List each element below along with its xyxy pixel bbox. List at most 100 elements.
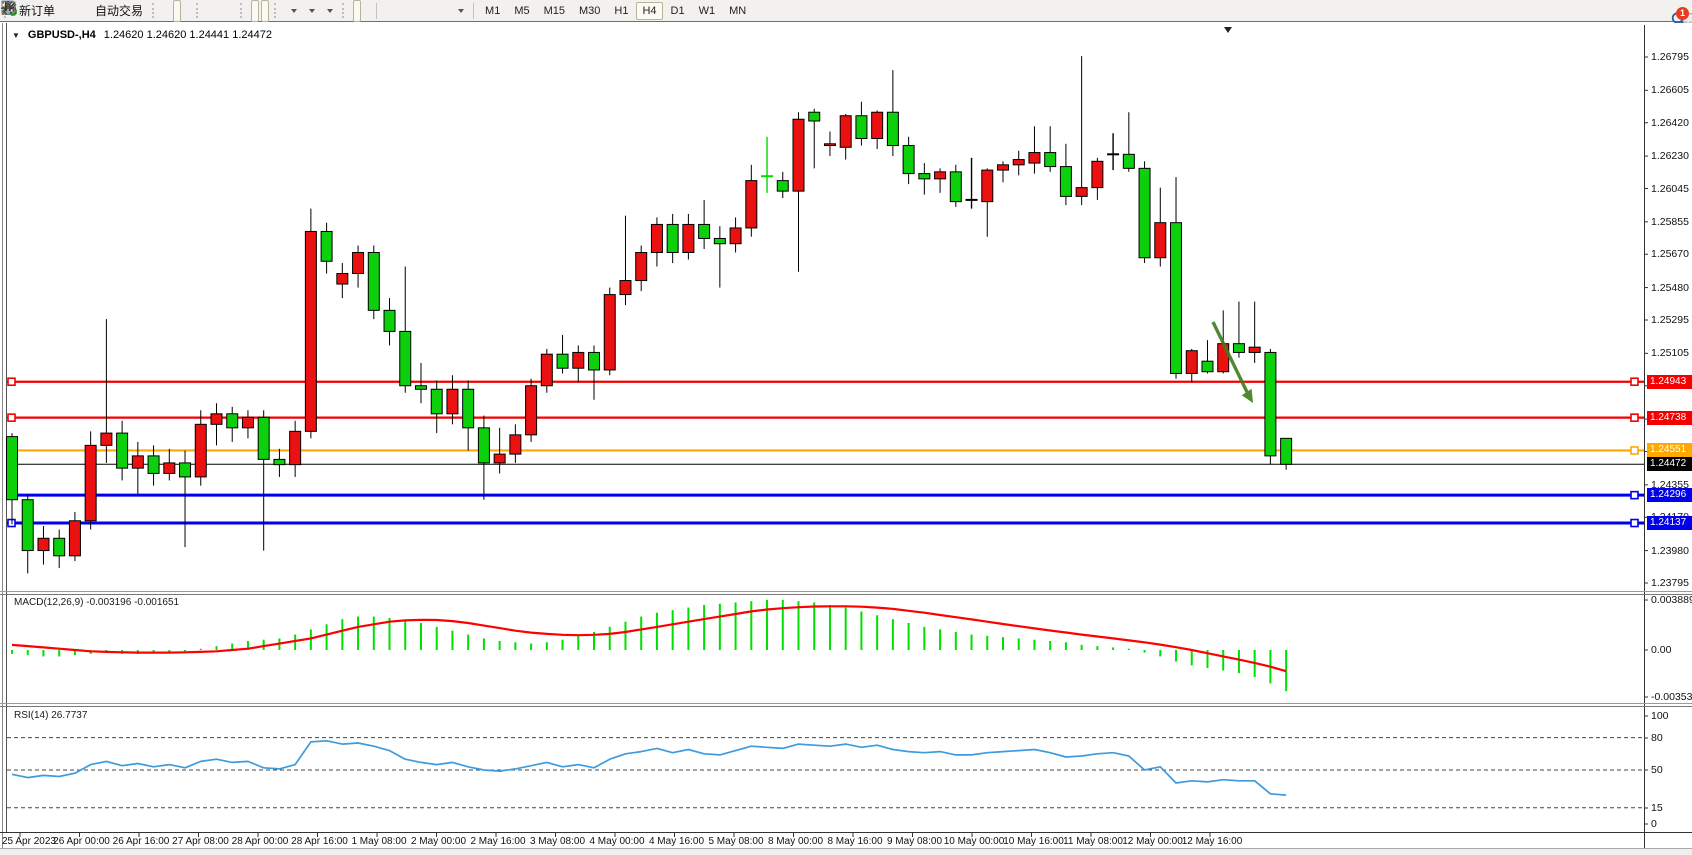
time-axis-label: 12 May 16:00 (1181, 836, 1243, 847)
time-axis-label: 27 Apr 08:00 (170, 836, 232, 847)
price-tick-label: 1.23980 (1651, 545, 1689, 557)
rsi-label: RSI(14) 26.7737 (14, 710, 87, 721)
candle-body (526, 386, 537, 435)
candle-body (463, 389, 474, 428)
rsi-axis-label: 50 (1651, 764, 1663, 776)
time-axis-label: 8 May 00:00 (765, 836, 827, 847)
candle-body (510, 435, 521, 454)
candle-body (573, 352, 584, 368)
status-bar (0, 848, 1692, 855)
candle-body (1013, 160, 1024, 165)
candle-body (683, 224, 694, 252)
candle-body (1060, 167, 1071, 197)
price-tick-label: 1.26795 (1651, 51, 1689, 63)
price-tick-label: 1.25295 (1651, 314, 1689, 326)
price-chip: 1.24738 (1647, 411, 1692, 425)
candle-body (1155, 223, 1166, 258)
line-anchor-square (1631, 520, 1638, 527)
time-axis-label: 12 May 00:00 (1122, 836, 1184, 847)
rsi-line (12, 741, 1286, 795)
candle-body (447, 389, 458, 414)
trading-platform-window: 新订单 自动交易 (0, 0, 1692, 855)
candle-body (195, 424, 206, 477)
candle-body (840, 116, 851, 148)
candle-body (85, 445, 96, 520)
candle-body (1076, 188, 1087, 197)
time-axis-label: 26 Apr 00:00 (51, 836, 113, 847)
rsi-axis-label: 15 (1651, 802, 1663, 814)
macd-signal-line (12, 606, 1286, 671)
candle-body (604, 295, 615, 370)
candle-body (258, 417, 269, 459)
candle-body (164, 463, 175, 474)
candle-body (809, 112, 820, 121)
macd-pane (12, 600, 1286, 691)
macd-axis-label: -0.003533 (1651, 691, 1692, 703)
candle-body (211, 414, 222, 425)
candle-body (38, 538, 49, 550)
price-chip: 1.24137 (1647, 516, 1692, 530)
time-axis-label: 26 Apr 16:00 (110, 836, 172, 847)
time-axis-label: 28 Apr 00:00 (229, 836, 291, 847)
price-tick-label: 1.25105 (1651, 347, 1689, 359)
candle-body (919, 174, 930, 179)
candle-body (714, 238, 725, 243)
candle-body (180, 463, 191, 477)
candle-body (242, 417, 253, 428)
candle-body (227, 414, 238, 428)
candle-body (274, 459, 285, 464)
macd-label: MACD(12,26,9) -0.003196 -0.001651 (14, 597, 179, 608)
candle-body (290, 431, 301, 464)
candle-body (699, 224, 710, 238)
candle-body (950, 172, 961, 202)
price-chip: 1.24551 (1647, 443, 1692, 457)
candle-body (132, 456, 143, 468)
candle-body (415, 386, 426, 390)
rsi-axis-label: 100 (1651, 710, 1669, 722)
price-tick-label: 1.25670 (1651, 248, 1689, 260)
time-axis-label: 10 May 00:00 (943, 836, 1005, 847)
price-tick-label: 1.26045 (1651, 183, 1689, 195)
price-tick-label: 1.26605 (1651, 84, 1689, 96)
horizontal-price-lines (7, 378, 1644, 526)
rsi-axis-label: 80 (1651, 732, 1663, 744)
candle-body (1265, 352, 1276, 455)
macd-axis-label: 0.00 (1651, 644, 1671, 656)
price-chip: 1.24472 (1647, 457, 1692, 471)
candle-body (872, 112, 883, 138)
candle-body (69, 521, 80, 556)
candle-body (1045, 153, 1056, 167)
line-anchor-square (8, 378, 15, 385)
candle-body (494, 454, 505, 463)
candle-body (1202, 361, 1213, 372)
candle-body (1029, 153, 1040, 164)
time-axis-label: 8 May 16:00 (824, 836, 886, 847)
candle-body (1233, 344, 1244, 353)
candle-body (101, 433, 112, 445)
time-axis-label: 5 May 08:00 (705, 836, 767, 847)
candle-body (903, 146, 914, 174)
chart-shift-marker (1224, 27, 1232, 33)
price-tick-label: 1.26420 (1651, 117, 1689, 129)
time-axis-label: 2 May 00:00 (408, 836, 470, 847)
candle-body (384, 310, 395, 331)
candle-body (730, 228, 741, 244)
line-anchor-square (1631, 378, 1638, 385)
candle-body (7, 437, 18, 500)
price-chip: 1.24943 (1647, 375, 1692, 389)
candle-body (148, 456, 159, 474)
candle-body (1281, 438, 1292, 464)
candle-body (54, 538, 65, 556)
candle-body (400, 331, 411, 385)
time-axis-label: 10 May 16:00 (1003, 836, 1065, 847)
candle-body (1092, 161, 1103, 187)
candle-body (746, 181, 757, 228)
candle-body (887, 112, 898, 145)
candle-body (651, 224, 662, 252)
time-axis-label: 9 May 08:00 (884, 836, 946, 847)
rsi-pane (7, 738, 1644, 808)
line-anchor-square (1631, 492, 1638, 499)
candle-body (620, 281, 631, 295)
line-anchor-square (1631, 447, 1638, 454)
chart-plot-area[interactable] (0, 0, 1692, 855)
